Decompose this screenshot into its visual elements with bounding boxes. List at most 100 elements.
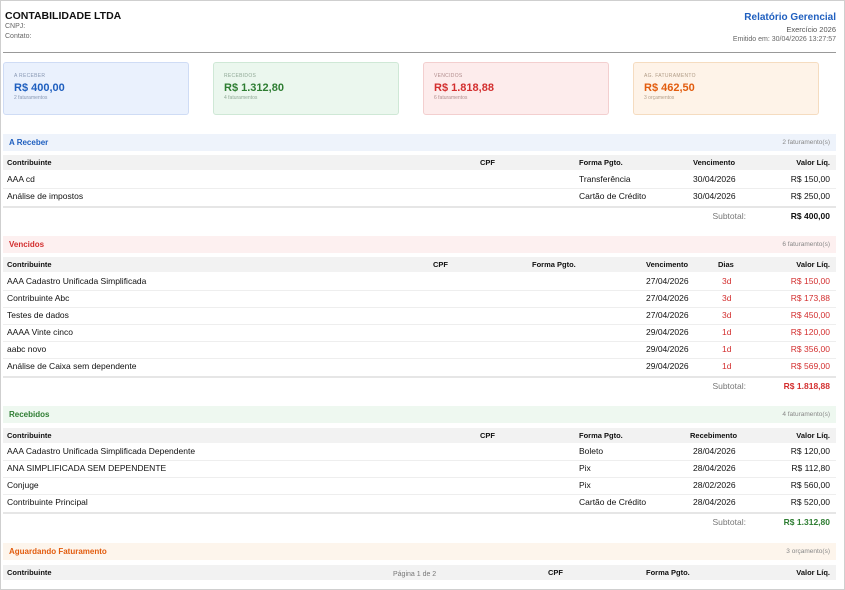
cell-contribuinte: Contribuinte Abc (7, 293, 70, 303)
cnpj-label: CNPJ: (5, 23, 26, 30)
col-contribuinte: Contribuinte (7, 431, 52, 440)
cell-valor: R$ 173,88 (790, 293, 830, 303)
company-block: CONTABILIDADE LTDA CNPJ: Contato: (5, 10, 121, 42)
table-header: Contribuinte CPF Forma Pgto. Recebimento… (3, 428, 836, 443)
section-title: Vencidos (9, 240, 45, 249)
cell-data: 28/04/2026 (693, 497, 736, 507)
cell-contribuinte: Análise de impostos (7, 191, 84, 201)
cell-contribuinte: AAA Cadastro Unificada Simplificada (7, 276, 147, 286)
cell-dias: 1d (722, 327, 732, 337)
section-vencidos: Vencidos 6 faturamento(s) (3, 236, 836, 253)
subtotal-row: Subtotal: R$ 1.312,80 (3, 512, 836, 531)
page-number: Página 1 de 2 (393, 571, 437, 578)
section-count: 3 orçamento(s) (786, 548, 830, 555)
cell-data: 30/04/2026 (693, 174, 736, 184)
cell-contribuinte: Contribuinte Principal (7, 497, 88, 507)
exercise-label: Exercício 2026 (786, 25, 836, 34)
table-row: ANA SIMPLIFICADA SEM DEPENDENTE Pix 28/0… (3, 460, 836, 478)
cell-valor: R$ 120,00 (790, 446, 830, 456)
subtotal-label: Subtotal: (712, 381, 746, 391)
subtotal-value: R$ 400,00 (790, 211, 830, 221)
section-aguardando: Aguardando Faturamento 3 orçamento(s) (3, 543, 836, 560)
section-title: A Receber (9, 138, 49, 147)
cell-data: 27/04/2026 (646, 310, 689, 320)
col-contribuinte: Contribuinte (7, 568, 52, 577)
table-row: Contribuinte Abc 27/04/2026 3d R$ 173,88 (3, 290, 836, 308)
report-page: CONTABILIDADE LTDA CNPJ: Contato: Relató… (0, 0, 845, 590)
cell-contribuinte: Testes de dados (7, 310, 69, 320)
company-name: CONTABILIDADE LTDA (5, 10, 122, 22)
card-sub: 6 faturamentos (434, 95, 468, 101)
cell-data: 28/02/2026 (693, 480, 736, 490)
card-value: R$ 1.312,80 (224, 82, 284, 94)
table-row: Testes de dados 27/04/2026 3d R$ 450,00 (3, 307, 836, 325)
card-recebidos: RECEBIDOS R$ 1.312,80 4 faturamentos (213, 62, 399, 115)
cell-data: 30/04/2026 (693, 191, 736, 201)
col-recebimento: Recebimento (690, 431, 738, 440)
cell-forma: Pix (579, 463, 591, 473)
card-vencidos: VENCIDOS R$ 1.818,88 6 faturamentos (423, 62, 609, 115)
section-count: 4 faturamento(s) (782, 411, 830, 418)
cell-forma: Pix (579, 480, 591, 490)
table-row: AAA Cadastro Unificada Simplificada 27/0… (3, 273, 836, 291)
cell-valor: R$ 250,00 (790, 191, 830, 201)
cell-dias: 3d (722, 276, 732, 286)
table-row: AAAA Vinte cinco 29/04/2026 1d R$ 120,00 (3, 324, 836, 342)
section-a-receber: A Receber 2 faturamento(s) (3, 134, 836, 151)
cell-valor: R$ 120,00 (790, 327, 830, 337)
section-title: Aguardando Faturamento (9, 547, 107, 556)
cell-data: 27/04/2026 (646, 293, 689, 303)
col-vencimento: Vencimento (693, 158, 736, 167)
section-count: 6 faturamento(s) (782, 241, 830, 248)
cell-contribuinte: Conjuge (7, 480, 39, 490)
subtotal-label: Subtotal: (712, 211, 746, 221)
card-sub: 2 faturamentos (14, 95, 48, 101)
section-recebidos: Recebidos 4 faturamento(s) (3, 406, 836, 423)
contato-label: Contato: (5, 33, 32, 40)
cell-data: 28/04/2026 (693, 463, 736, 473)
col-dias: Dias (718, 260, 734, 269)
cell-forma: Cartão de Crédito (579, 191, 647, 201)
col-valor: Valor Líq. (796, 431, 830, 440)
section-title: Recebidos (9, 410, 50, 419)
col-forma: Forma Pgto. (579, 158, 623, 167)
cell-contribuinte: AAAA Vinte cinco (7, 327, 73, 337)
subtotal-value: R$ 1.312,80 (783, 517, 830, 527)
col-valor: Valor Líq. (796, 158, 830, 167)
cell-forma: Boleto (579, 446, 604, 456)
col-valor: Valor Líq. (796, 568, 830, 577)
emitted-date: Emitido em: 30/04/2026 13:27:57 (732, 36, 836, 43)
card-label: VENCIDOS (434, 73, 463, 79)
table-row: aabc novo 29/04/2026 1d R$ 356,00 (3, 341, 836, 359)
subtotal-row: Subtotal: R$ 400,00 (3, 206, 836, 225)
cell-contribuinte: AAA cd (7, 174, 35, 184)
cell-data: 29/04/2026 (646, 361, 689, 371)
cell-data: 28/04/2026 (693, 446, 736, 456)
col-cpf: CPF (548, 568, 563, 577)
cell-valor: R$ 450,00 (790, 310, 830, 320)
report-info: Relatório Gerencial Exercício 2026 Emiti… (733, 12, 836, 43)
cell-valor: R$ 150,00 (790, 276, 830, 286)
col-cpf: CPF (433, 260, 448, 269)
cell-contribuinte: aabc novo (7, 344, 47, 354)
card-value: R$ 462,50 (644, 82, 695, 94)
table-row: Contribuinte Principal Cartão de Crédito… (3, 494, 836, 511)
col-valor: Valor Líq. (796, 260, 830, 269)
cell-contribuinte: ANA SIMPLIFICADA SEM DEPENDENTE (7, 463, 167, 473)
header-divider (3, 52, 836, 53)
report-title: Relatório Gerencial (744, 12, 836, 23)
col-vencimento: Vencimento (646, 260, 689, 269)
table-row: Conjuge Pix 28/02/2026 R$ 560,00 (3, 477, 836, 495)
card-value: R$ 400,00 (14, 82, 65, 94)
cell-data: 29/04/2026 (646, 344, 689, 354)
card-label: RECEBIDOS (224, 73, 257, 79)
cell-dias: 1d (722, 344, 732, 354)
subtotal-label: Subtotal: (712, 517, 746, 527)
table-header: Contribuinte CPF Forma Pgto. Vencimento … (3, 155, 836, 170)
col-contribuinte: Contribuinte (7, 158, 52, 167)
table-row: Análise de impostos Cartão de Crédito 30… (3, 188, 836, 205)
cell-data: 29/04/2026 (646, 327, 689, 337)
card-sub: 4 faturamentos (224, 95, 258, 101)
cell-dias: 3d (722, 293, 732, 303)
card-ag-faturamento: AG. FATURAMENTO R$ 462,50 3 orçamentos (633, 62, 819, 115)
